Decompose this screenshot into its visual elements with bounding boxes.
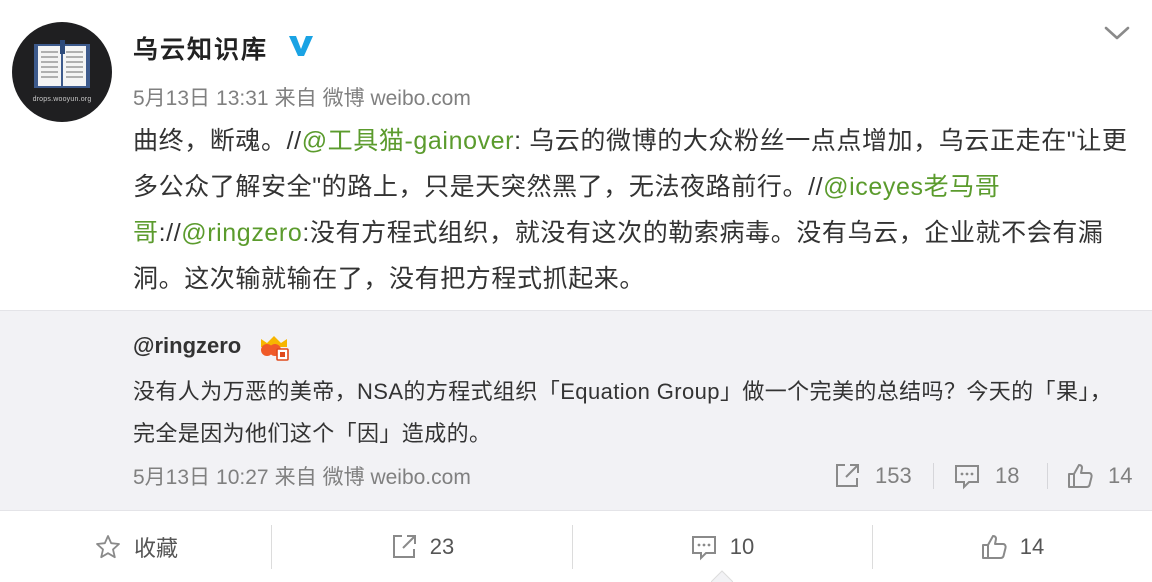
verified-icon — [289, 36, 313, 56]
like-icon — [981, 535, 1007, 559]
comment-count-button[interactable]: 18 — [953, 461, 1019, 491]
stat-divider — [933, 463, 934, 489]
post-time: 13:31 — [216, 87, 269, 110]
post-meta: 5月13日 13:31 来自 微博 weibo.com — [133, 82, 477, 112]
repost-button[interactable]: 23 — [272, 511, 572, 582]
avatar[interactable]: drops.wooyun.org — [12, 22, 112, 122]
weibo-post: drops.wooyun.org 乌云知识库 5月13日 13:31 来自 微博 we… — [0, 0, 1152, 510]
post-source[interactable]: 微博 weibo.com — [323, 87, 471, 110]
favorite-label: 收藏 — [133, 536, 178, 561]
avatar-caption: drops.wooyun.org — [32, 96, 92, 103]
like-count: 14 — [1108, 463, 1133, 488]
comment-button-count: 10 — [729, 534, 755, 559]
repost-card[interactable]: @ringzero 没有人为万恶的美帝，NSA的方程式组织「Equation G… — [0, 310, 1152, 510]
repost-icon — [836, 464, 859, 487]
star-icon — [96, 535, 120, 559]
like-button-count: 14 — [1019, 534, 1045, 559]
action-bar: 收藏 23 10 14 — [0, 510, 1152, 582]
post-date: 5月13日 — [133, 87, 211, 110]
crown-badge-icon — [261, 336, 289, 361]
chevron-down-icon[interactable] — [1103, 24, 1131, 42]
mention-link[interactable]: @ringzero — [181, 219, 302, 247]
mention-link[interactable]: @工具猫-gainover — [302, 127, 514, 155]
post-text-part: 曲终，断魂。// — [133, 127, 302, 155]
comment-count: 18 — [995, 463, 1020, 488]
repost-count-button[interactable]: 153 — [833, 461, 912, 491]
repost-date: 5月13日 — [133, 466, 211, 489]
post-text: 曲终，断魂。//@工具猫-gainover: 乌云的微博的大众粉丝一点点增加，乌… — [133, 118, 1128, 302]
repost-meta: 5月13日 10:27 来自 微博 weibo.com — [133, 461, 477, 491]
repost-icon — [392, 535, 416, 558]
repost-button-count: 23 — [429, 534, 455, 559]
stat-divider — [1047, 463, 1048, 489]
repost-user[interactable]: @ringzero — [133, 333, 241, 359]
post-text-part: :// — [158, 219, 182, 247]
repost-source[interactable]: 微博 weibo.com — [323, 466, 471, 489]
like-button[interactable]: 14 — [872, 511, 1152, 582]
comment-icon — [691, 536, 716, 561]
comment-icon — [955, 465, 979, 490]
active-tab-indicator — [711, 570, 733, 582]
repost-time: 10:27 — [216, 466, 269, 489]
post-via: 来自 — [274, 87, 317, 110]
book-icon — [34, 40, 90, 88]
repost-via: 来自 — [274, 466, 317, 489]
repost-text: 没有人为万恶的美帝，NSA的方程式组织「Equation Group」做一个完美… — [133, 379, 1113, 446]
author-name[interactable]: 乌云知识库 — [133, 30, 268, 66]
like-count-button[interactable]: 14 — [1066, 461, 1132, 491]
repost-count: 153 — [875, 463, 912, 488]
like-icon — [1068, 464, 1093, 488]
favorite-button[interactable]: 收藏 — [0, 511, 272, 582]
